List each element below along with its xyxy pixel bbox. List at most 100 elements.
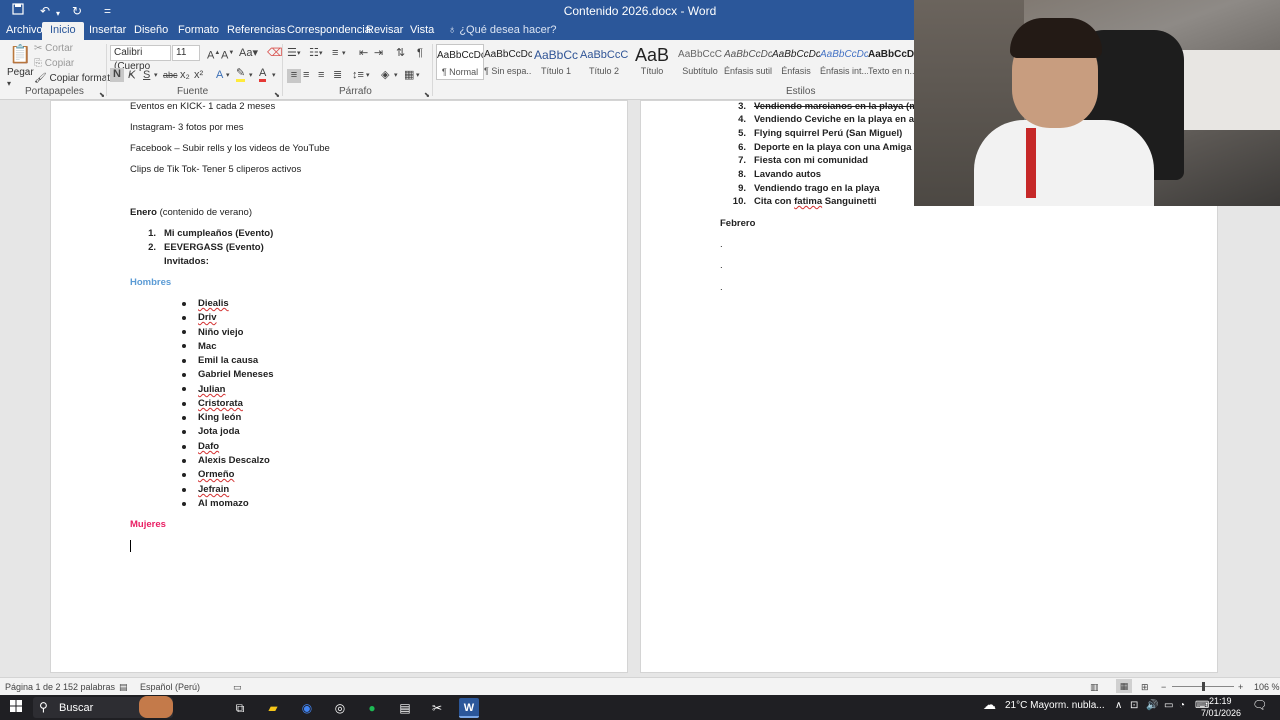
- print-layout-icon[interactable]: ▦: [1116, 679, 1132, 693]
- list-item[interactable]: Mi cumpleaños (Evento): [164, 228, 273, 240]
- borders-icon[interactable]: ▦: [404, 69, 414, 81]
- spotify-icon[interactable]: ●: [362, 698, 382, 718]
- clock-date[interactable]: 7/01/2026: [1201, 708, 1241, 718]
- hombres-heading[interactable]: Hombres: [130, 277, 171, 289]
- list-item[interactable]: Alexis Descalzo: [198, 455, 270, 467]
- list-item[interactable]: King león: [198, 412, 241, 424]
- volume-icon[interactable]: 🔊: [1146, 700, 1158, 711]
- tab-vista[interactable]: Vista: [402, 22, 442, 40]
- list-item[interactable]: Vendiendo trago en la playa: [754, 183, 880, 195]
- paste-button[interactable]: Pegar: [7, 67, 34, 78]
- list-item[interactable]: Vendiendo Ceviche en la playa en alta: [754, 114, 925, 126]
- sort-icon[interactable]: ⇅: [396, 47, 405, 59]
- clock-time[interactable]: 21:19: [1209, 696, 1232, 706]
- multilevel-list-icon[interactable]: ≡: [332, 47, 338, 59]
- text-effects-dropdown-icon[interactable]: ▾: [226, 70, 230, 82]
- list-item[interactable]: Cristorata: [198, 398, 243, 410]
- list-item[interactable]: Niño viejo: [198, 327, 243, 339]
- justify-icon[interactable]: ≣: [333, 69, 342, 81]
- list-item[interactable]: Ormeño: [198, 469, 234, 481]
- shrink-font-icon[interactable]: A▼: [221, 47, 234, 62]
- copy-button[interactable]: ⎘ Copiar: [34, 58, 74, 69]
- underline-dropdown-icon[interactable]: ▾: [154, 70, 158, 82]
- style-title[interactable]: AaB Título: [628, 44, 676, 80]
- list-item[interactable]: Lavando autos: [754, 169, 821, 181]
- empty-paragraph[interactable]: .: [720, 260, 723, 272]
- borders-dropdown-icon[interactable]: ▾: [416, 70, 420, 82]
- numbering-dropdown-icon[interactable]: ▾: [319, 48, 323, 60]
- cut-button[interactable]: ✂ Cortar: [34, 43, 73, 54]
- invitados-label[interactable]: Invitados:: [164, 256, 209, 268]
- style-subtle-emphasis[interactable]: AaBbCcDc Énfasis sutil: [724, 44, 772, 80]
- text-effects-icon[interactable]: A: [216, 69, 223, 81]
- empty-paragraph[interactable]: .: [720, 239, 723, 251]
- page-count[interactable]: Página 1 de 2: [5, 682, 61, 692]
- zoom-slider-thumb[interactable]: [1202, 682, 1205, 691]
- strikethrough-icon[interactable]: abc: [163, 69, 178, 81]
- multilevel-dropdown-icon[interactable]: ▾: [342, 48, 346, 60]
- list-item[interactable]: Al momazo: [198, 498, 249, 510]
- superscript-icon[interactable]: x²: [194, 69, 203, 81]
- mujeres-heading[interactable]: Mujeres: [130, 519, 166, 531]
- clear-format-icon[interactable]: ⌫: [267, 47, 283, 59]
- read-mode-icon[interactable]: ▥: [1090, 682, 1099, 693]
- paste-icon[interactable]: 📋: [9, 44, 31, 64]
- tell-me-search[interactable]: ♁ ¿Qué desea hacer?: [440, 22, 565, 40]
- style-normal[interactable]: AaBbCcDc ¶ Normal: [436, 44, 484, 80]
- zoom-level[interactable]: 106 %: [1254, 682, 1280, 692]
- font-family-select[interactable]: Calibri (Cuerpo: [110, 45, 171, 72]
- list-item[interactable]: Jefrain: [198, 484, 229, 496]
- macro-icon[interactable]: ▭: [233, 682, 242, 693]
- web-layout-icon[interactable]: ⊞: [1141, 682, 1149, 693]
- grow-font-icon[interactable]: A▲: [207, 47, 220, 62]
- font-color-icon[interactable]: A: [259, 67, 267, 82]
- show-formatting-icon[interactable]: ¶: [417, 47, 423, 59]
- proofing-icon[interactable]: ▤: [119, 682, 128, 693]
- tab-inicio[interactable]: Inicio: [42, 22, 84, 40]
- page-1[interactable]: Eventos en KICK- 1 cada 2 meses Instagra…: [50, 100, 628, 673]
- style-emphasis[interactable]: AaBbCcDc Énfasis: [772, 44, 820, 80]
- shading-dropdown-icon[interactable]: ▾: [394, 70, 398, 82]
- style-intense-emphasis[interactable]: AaBbCcDc Énfasis int...: [820, 44, 868, 80]
- wifi-icon[interactable]: ◔: [1179, 700, 1185, 711]
- decrease-indent-icon[interactable]: ⇤: [359, 47, 368, 59]
- paste-dropdown-icon[interactable]: ▾: [7, 78, 11, 90]
- windows-start-icon[interactable]: [6, 698, 26, 718]
- chrome-icon[interactable]: ◉: [297, 698, 317, 718]
- line-spacing-icon[interactable]: ↕≡: [352, 69, 364, 81]
- list-item[interactable]: Flying squirrel Perú (San Miguel): [754, 128, 902, 140]
- tray-overflow-icon[interactable]: ∧: [1115, 700, 1122, 711]
- empty-paragraph[interactable]: .: [720, 282, 723, 294]
- style-no-spacing[interactable]: AaBbCcDc ¶ Sin espa...: [484, 44, 532, 80]
- task-view-icon[interactable]: ⧉: [230, 698, 250, 718]
- paragraph[interactable]: Instagram- 3 fotos por mes: [130, 122, 244, 134]
- list-item[interactable]: Mac: [198, 341, 216, 353]
- list-item[interactable]: Gabriel Meneses: [198, 369, 274, 381]
- align-right-icon[interactable]: ≡: [318, 69, 324, 81]
- list-item[interactable]: Emil la causa: [198, 355, 258, 367]
- list-item[interactable]: Dafo: [198, 441, 219, 453]
- style-heading-2[interactable]: AaBbCcC Título 2: [580, 44, 628, 80]
- format-painter-button[interactable]: 🖌 Copiar formato: [34, 73, 116, 84]
- battery-icon[interactable]: ▭: [1164, 700, 1173, 711]
- list-item[interactable]: Jota joda: [198, 426, 240, 438]
- language-indicator[interactable]: Español (Perú): [140, 682, 200, 692]
- change-case-button[interactable]: Aa▾: [239, 47, 258, 59]
- list-item[interactable]: Driv: [198, 312, 216, 324]
- notification-icon[interactable]: 🗨: [1252, 698, 1267, 712]
- list-item[interactable]: Fiesta con mi comunidad: [754, 155, 868, 167]
- zoom-in-icon[interactable]: +: [1238, 682, 1243, 692]
- capcut-icon[interactable]: ✂: [427, 698, 447, 718]
- febrero-heading[interactable]: Febrero: [720, 218, 755, 230]
- list-item[interactable]: Diealis: [198, 298, 229, 310]
- list-item[interactable]: EEVERGASS (Evento): [164, 242, 264, 254]
- paragraph[interactable]: Facebook – Subir rells y los videos de Y…: [130, 143, 330, 155]
- enero-paragraph[interactable]: Enero (contenido de verano): [130, 207, 252, 219]
- align-left-icon[interactable]: ≡: [287, 69, 301, 83]
- word-icon[interactable]: W: [459, 698, 479, 718]
- bold-button[interactable]: N: [110, 68, 124, 82]
- bullets-icon[interactable]: ☰: [287, 47, 297, 59]
- subscript-icon[interactable]: x₂: [180, 69, 190, 81]
- zoom-out-icon[interactable]: −: [1161, 682, 1166, 692]
- paragraph[interactable]: Clips de Tik Tok- Tener 5 cliperos activ…: [130, 164, 301, 176]
